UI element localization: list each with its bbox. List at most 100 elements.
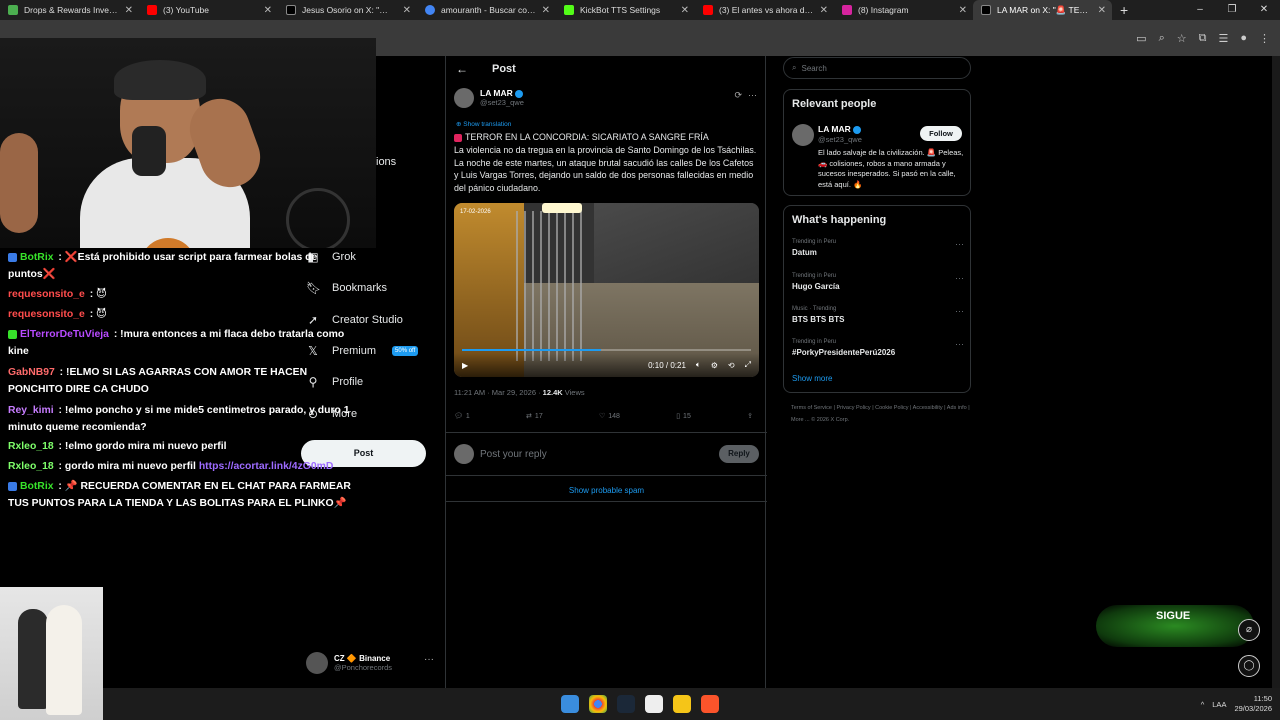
kick-icon xyxy=(564,5,574,15)
person-dress xyxy=(46,605,82,715)
minimize-button[interactable]: – xyxy=(1184,0,1216,20)
cast-icon[interactable]: ▭ xyxy=(1136,32,1146,45)
scrollbar[interactable] xyxy=(1272,56,1280,688)
more-options-icon[interactable]: ··· xyxy=(955,306,964,316)
account-switcher[interactable]: CZ 🔶 Binance @Ponchorecords xyxy=(306,652,392,674)
language-indicator[interactable]: LAA xyxy=(1212,700,1226,709)
reply-action[interactable]: 💬︎ 1 xyxy=(454,412,470,421)
post-author[interactable]: LA MAR @set23_qwe xyxy=(454,88,524,108)
maximize-button[interactable]: ❐ xyxy=(1216,0,1248,20)
messages-float-icon[interactable]: ◯ xyxy=(1238,655,1260,677)
trend-item[interactable]: Trending in Peru Datum ··· xyxy=(792,239,964,257)
author-name: LA MAR xyxy=(480,88,524,98)
rotate-icon[interactable]: ⟲ xyxy=(728,361,735,370)
streamer-webcam xyxy=(0,38,376,248)
chat-message: GabNB97 : !ELMO SI LAS AGARRAS CON AMOR … xyxy=(8,367,308,395)
chat-link[interactable]: https://acortar.link/4zG0mD xyxy=(199,461,334,472)
star-icon[interactable]: ☆ xyxy=(1177,32,1187,45)
browser-tab[interactable]: amouranth - Buscar con G ✕ xyxy=(417,0,556,20)
reply-icon: 💬︎ xyxy=(454,413,463,420)
brave-icon[interactable] xyxy=(701,695,719,713)
browser-tab[interactable]: (3) El antes vs ahora de p ✕ xyxy=(695,0,834,20)
windows-start-icon[interactable] xyxy=(561,695,579,713)
app-icon[interactable] xyxy=(673,695,691,713)
grok-explain-icon[interactable]: ⟳ xyxy=(734,90,742,101)
new-tab-button[interactable]: + xyxy=(1120,2,1128,18)
close-icon[interactable]: ✕ xyxy=(1098,5,1106,16)
trend-item[interactable]: Music · Trending BTS BTS BTS ··· xyxy=(792,306,964,324)
browser-tab[interactable]: (3) YouTube ✕ xyxy=(139,0,278,20)
search-icon: ⌕ xyxy=(792,63,797,72)
trend-item[interactable]: Trending in Peru #PorkyPresidentePerú2026… xyxy=(792,339,964,357)
video-progress-bar[interactable] xyxy=(462,349,751,351)
more-options-icon[interactable]: ··· xyxy=(955,239,964,249)
play-icon[interactable]: ▶ xyxy=(462,361,468,370)
show-more-link[interactable]: Show more xyxy=(792,374,832,383)
browser-tab-active[interactable]: LA MAR on X: "🚨 TERRO ✕ xyxy=(973,0,1112,20)
close-icon[interactable]: ✕ xyxy=(264,5,272,16)
person-suit xyxy=(18,609,48,709)
bot-badge-icon xyxy=(8,252,17,262)
clock[interactable]: 11:50 29/03/2026 xyxy=(1234,694,1272,714)
overlay-text: SIGUE xyxy=(1156,610,1191,622)
show-translation-link[interactable]: ⊕ Show translation xyxy=(456,120,511,128)
browser-tab[interactable]: Drops & Rewards Invento ✕ xyxy=(0,0,139,20)
follow-button[interactable]: Follow xyxy=(920,126,962,141)
whats-happening-card: What's happening Trending in Peru Datum ··… xyxy=(783,205,971,393)
close-icon[interactable]: ✕ xyxy=(820,5,828,16)
x-logo-icon xyxy=(286,5,296,15)
repost-icon: ⇄ xyxy=(526,413,532,420)
chrome-icon[interactable] xyxy=(589,695,607,713)
repost-action[interactable]: ⇄ 17 xyxy=(526,412,543,421)
more-options-icon[interactable]: ··· xyxy=(955,339,964,349)
author-handle: @set23_qwe xyxy=(480,98,524,107)
browser-tab[interactable]: KickBot TTS Settings ✕ xyxy=(556,0,695,20)
close-icon[interactable]: ✕ xyxy=(681,5,689,16)
browser-tab[interactable]: (8) Instagram ✕ xyxy=(834,0,973,20)
close-icon[interactable]: ✕ xyxy=(542,5,550,16)
back-arrow-icon[interactable]: ← xyxy=(456,62,468,76)
trend-item[interactable]: Trending in Peru Hugo García ··· xyxy=(792,273,964,291)
bookmark-action[interactable]: ▯ 15 xyxy=(676,412,691,421)
like-action[interactable]: ♡ 148 xyxy=(599,412,620,421)
notepad-icon[interactable] xyxy=(645,695,663,713)
search-input[interactable]: ⌕ Search xyxy=(783,57,971,79)
reply-button[interactable]: Reply xyxy=(719,445,759,463)
reply-input[interactable]: Post your reply xyxy=(480,449,713,460)
settings-icon[interactable]: ⚙ xyxy=(711,361,718,370)
fullscreen-icon[interactable]: ⤢ xyxy=(745,360,751,370)
more-options-icon[interactable]: ··· xyxy=(955,273,964,283)
sidebar-icon[interactable]: ☰ xyxy=(1218,32,1228,45)
verified-badge-icon xyxy=(514,89,523,98)
avatar[interactable] xyxy=(454,88,474,108)
raised-hand xyxy=(0,133,38,233)
volume-icon[interactable]: 🔈︎ xyxy=(696,360,701,370)
video-progress-fill xyxy=(462,349,601,351)
profile-icon[interactable]: ● xyxy=(1240,32,1247,44)
more-options-icon[interactable]: ··· xyxy=(748,90,757,101)
window-controls: – ❐ ✕ xyxy=(1184,0,1280,20)
couple-photo xyxy=(0,587,103,720)
footer-links[interactable]: Terms of Service | Privacy Policy | Cook… xyxy=(791,402,971,426)
grok-float-icon[interactable]: ⌀ xyxy=(1238,619,1260,641)
video-player[interactable]: 17-02-2026 ▶ 0:10 / 0:21 🔈︎ ⚙ ⟲ ⤢ xyxy=(454,203,759,377)
avatar[interactable] xyxy=(792,124,814,146)
share-icon[interactable]: ⇪ xyxy=(747,412,753,420)
extensions-icon[interactable]: ⧉ xyxy=(1199,32,1207,45)
close-icon[interactable]: ✕ xyxy=(403,5,411,16)
person-name[interactable]: LA MAR xyxy=(818,124,861,134)
close-window-button[interactable]: ✕ xyxy=(1248,0,1280,20)
close-icon[interactable]: ✕ xyxy=(125,5,133,16)
zoom-icon[interactable]: ⌕ xyxy=(1159,32,1165,45)
browser-tab[interactable]: Jesus Osorio on X: "🚨 Ar ✕ xyxy=(278,0,417,20)
post-body: La violencia no da tregua en la provinci… xyxy=(454,144,757,194)
show-spam-link[interactable]: Show probable spam xyxy=(446,480,767,502)
menu-icon[interactable]: ⋮ xyxy=(1259,32,1270,45)
chat-message: BotRix : 📌 RECUERDA COMENTAR EN EL CHAT … xyxy=(8,481,351,509)
steam-icon[interactable] xyxy=(617,695,635,713)
avatar xyxy=(306,652,328,674)
account-more-icon[interactable]: ··· xyxy=(424,654,434,665)
tray-caret-icon[interactable]: ^ xyxy=(1201,700,1205,709)
close-icon[interactable]: ✕ xyxy=(959,5,967,16)
person-handle: @set23_qwe xyxy=(818,135,862,144)
